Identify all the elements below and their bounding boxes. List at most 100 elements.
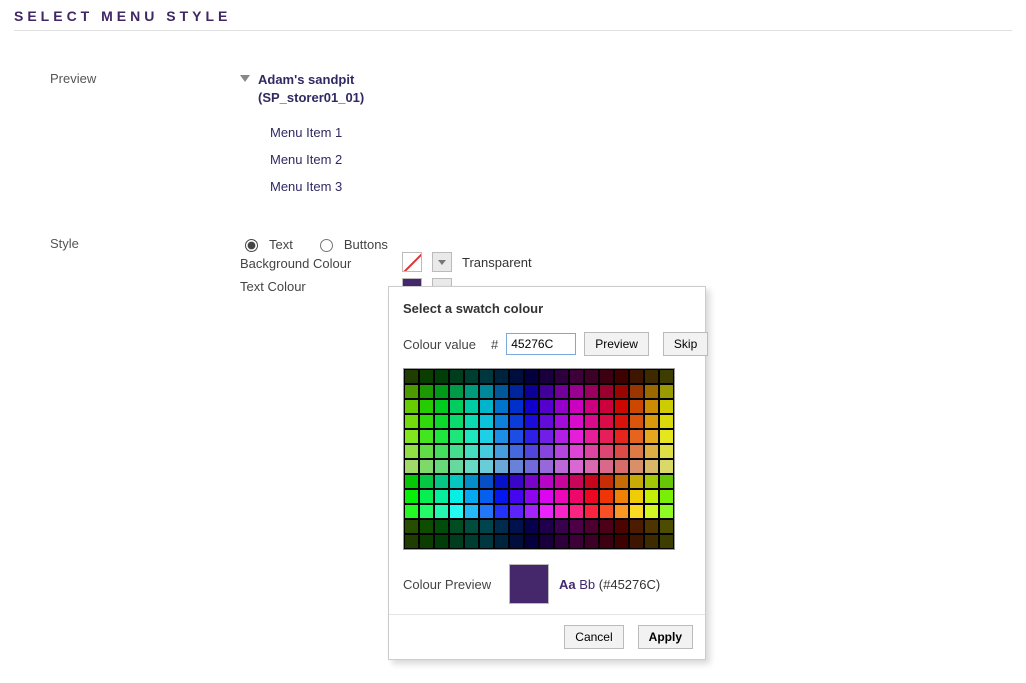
swatch-cell[interactable] [404,384,419,399]
tree-item[interactable]: Menu Item 1 [270,119,1012,146]
swatch-cell[interactable] [524,399,539,414]
swatch-cell[interactable] [629,369,644,384]
swatch-cell[interactable] [434,399,449,414]
swatch-cell[interactable] [479,459,494,474]
swatch-cell[interactable] [644,429,659,444]
radio-buttons[interactable] [320,239,333,252]
swatch-cell[interactable] [599,474,614,489]
swatch-cell[interactable] [404,489,419,504]
swatch-cell[interactable] [419,399,434,414]
swatch-cell[interactable] [509,444,524,459]
swatch-cell[interactable] [419,534,434,549]
swatch-cell[interactable] [629,429,644,444]
swatch-cell[interactable] [539,504,554,519]
swatch-cell[interactable] [434,429,449,444]
swatch-cell[interactable] [464,444,479,459]
swatch-cell[interactable] [644,459,659,474]
swatch-cell[interactable] [584,474,599,489]
swatch-cell[interactable] [404,444,419,459]
swatch-cell[interactable] [599,444,614,459]
swatch-cell[interactable] [509,414,524,429]
swatch-cell[interactable] [434,534,449,549]
swatch-cell[interactable] [569,369,584,384]
swatch-cell[interactable] [464,519,479,534]
swatch-cell[interactable] [629,489,644,504]
swatch-cell[interactable] [419,489,434,504]
swatch-cell[interactable] [464,369,479,384]
swatch-cell[interactable] [539,429,554,444]
tree-item[interactable]: Menu Item 3 [270,173,1012,200]
swatch-cell[interactable] [524,414,539,429]
swatch-cell[interactable] [479,534,494,549]
swatch-cell[interactable] [644,414,659,429]
swatch-cell[interactable] [494,504,509,519]
swatch-cell[interactable] [629,414,644,429]
swatch-cell[interactable] [434,384,449,399]
tree-root[interactable]: Adam's sandpit (SP_storer01_01) [240,71,1012,107]
swatch-cell[interactable] [434,369,449,384]
swatch-cell[interactable] [554,369,569,384]
swatch-cell[interactable] [434,444,449,459]
swatch-cell[interactable] [614,369,629,384]
swatch-cell[interactable] [539,459,554,474]
swatch-cell[interactable] [644,444,659,459]
swatch-grid[interactable] [403,368,675,550]
swatch-cell[interactable] [539,384,554,399]
swatch-cell[interactable] [539,519,554,534]
swatch-cell[interactable] [569,444,584,459]
swatch-cell[interactable] [524,534,539,549]
swatch-cell[interactable] [479,504,494,519]
swatch-cell[interactable] [644,384,659,399]
swatch-cell[interactable] [419,519,434,534]
swatch-cell[interactable] [524,504,539,519]
radio-text[interactable] [245,239,258,252]
swatch-cell[interactable] [449,414,464,429]
apply-button[interactable]: Apply [638,625,693,649]
swatch-cell[interactable] [464,429,479,444]
swatch-cell[interactable] [629,519,644,534]
swatch-cell[interactable] [449,429,464,444]
swatch-cell[interactable] [419,459,434,474]
swatch-cell[interactable] [494,429,509,444]
swatch-cell[interactable] [449,519,464,534]
swatch-cell[interactable] [434,489,449,504]
swatch-cell[interactable] [539,474,554,489]
swatch-cell[interactable] [554,414,569,429]
swatch-cell[interactable] [404,504,419,519]
swatch-cell[interactable] [464,399,479,414]
swatch-cell[interactable] [524,444,539,459]
swatch-cell[interactable] [494,444,509,459]
swatch-cell[interactable] [629,474,644,489]
swatch-cell[interactable] [404,459,419,474]
hex-input[interactable] [506,333,576,355]
swatch-cell[interactable] [449,369,464,384]
swatch-cell[interactable] [584,369,599,384]
swatch-cell[interactable] [629,534,644,549]
swatch-cell[interactable] [629,384,644,399]
swatch-cell[interactable] [644,534,659,549]
swatch-cell[interactable] [479,474,494,489]
swatch-cell[interactable] [464,459,479,474]
swatch-cell[interactable] [404,414,419,429]
swatch-cell[interactable] [644,489,659,504]
swatch-cell[interactable] [554,459,569,474]
swatch-cell[interactable] [434,414,449,429]
swatch-cell[interactable] [464,489,479,504]
swatch-cell[interactable] [659,369,674,384]
swatch-cell[interactable] [449,534,464,549]
swatch-cell[interactable] [644,369,659,384]
swatch-cell[interactable] [659,414,674,429]
swatch-cell[interactable] [554,489,569,504]
swatch-cell[interactable] [449,444,464,459]
swatch-cell[interactable] [419,444,434,459]
swatch-cell[interactable] [569,489,584,504]
swatch-cell[interactable] [584,534,599,549]
swatch-cell[interactable] [449,459,464,474]
swatch-cell[interactable] [479,519,494,534]
swatch-cell[interactable] [659,429,674,444]
swatch-cell[interactable] [479,489,494,504]
swatch-cell[interactable] [614,519,629,534]
swatch-cell[interactable] [404,429,419,444]
swatch-cell[interactable] [614,504,629,519]
swatch-cell[interactable] [644,474,659,489]
